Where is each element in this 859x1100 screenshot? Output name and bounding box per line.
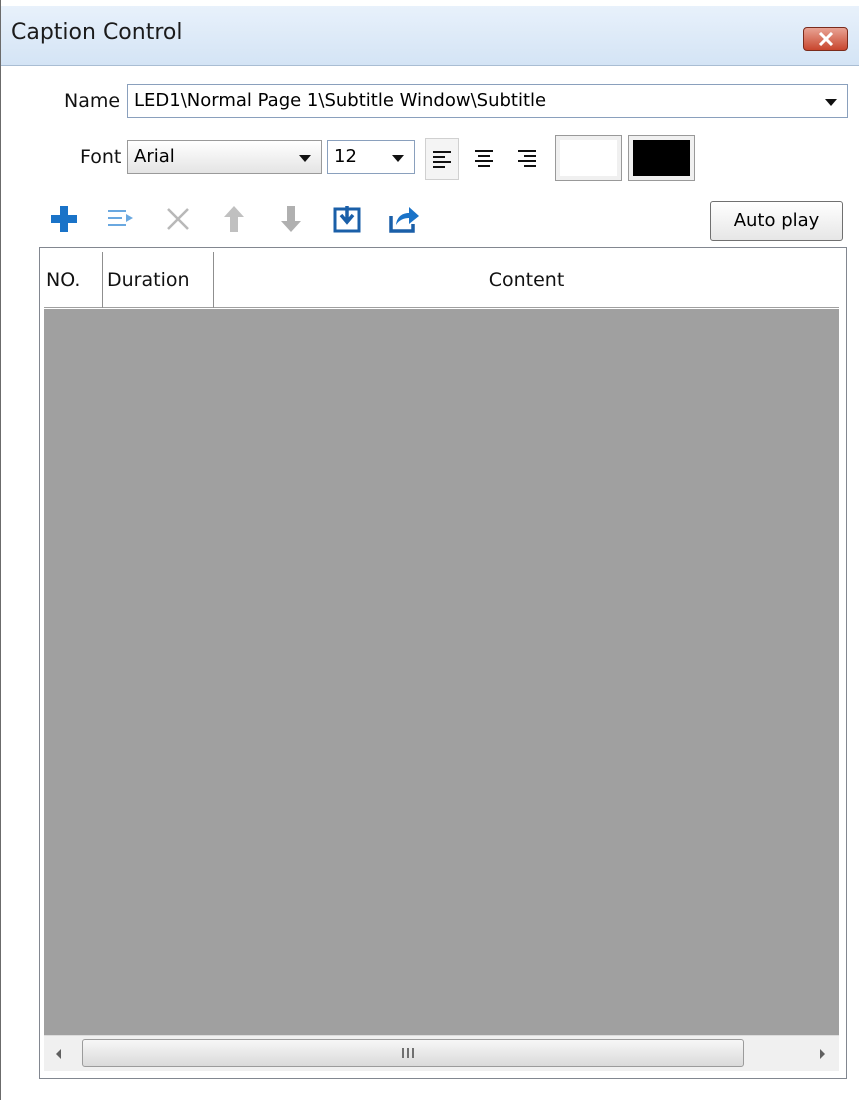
import-button[interactable] — [328, 200, 366, 240]
align-center-icon — [475, 150, 493, 167]
horizontal-scrollbar[interactable] — [44, 1035, 839, 1071]
close-button[interactable] — [803, 27, 848, 51]
move-up-icon — [224, 206, 244, 232]
close-icon — [818, 32, 834, 46]
name-select[interactable]: LED1\Normal Page 1\Subtitle Window\Subti… — [127, 84, 848, 118]
chevron-down-icon — [392, 155, 404, 162]
caption-control-window: Caption Control Name LED1\Normal Page 1\… — [0, 0, 859, 1100]
table-body[interactable] — [44, 309, 839, 1035]
add-button[interactable] — [45, 200, 83, 240]
delete-icon — [167, 208, 189, 230]
font-size-value: 12 — [334, 146, 357, 167]
auto-play-button[interactable]: Auto play — [710, 201, 843, 241]
window-title: Caption Control — [11, 20, 183, 45]
font-family-value: Arial — [134, 146, 175, 167]
insert-icon — [108, 210, 133, 226]
font-family-select[interactable]: Arial — [127, 140, 322, 174]
align-center-button[interactable] — [467, 138, 501, 180]
scrollbar-thumb[interactable] — [82, 1039, 744, 1067]
scroll-right-icon[interactable] — [820, 1049, 825, 1059]
align-left-icon — [433, 151, 451, 168]
chevron-down-icon — [299, 155, 311, 162]
add-icon — [51, 206, 77, 232]
align-right-button[interactable] — [509, 138, 543, 180]
font-size-select[interactable]: 12 — [327, 140, 415, 174]
table-header: NO. Duration Content — [44, 252, 839, 308]
column-header-content[interactable]: Content — [214, 252, 839, 308]
import-icon — [333, 206, 361, 233]
name-label: Name — [64, 90, 121, 112]
delete-button[interactable] — [159, 200, 197, 240]
title-bar[interactable]: Caption Control — [1, 6, 859, 66]
insert-button[interactable] — [102, 200, 140, 240]
export-icon — [389, 207, 419, 233]
move-down-icon — [281, 206, 301, 232]
name-select-value: LED1\Normal Page 1\Subtitle Window\Subti… — [134, 90, 547, 111]
background-color-fill — [633, 140, 690, 176]
scroll-left-icon[interactable] — [56, 1049, 61, 1059]
chevron-down-icon — [825, 99, 837, 106]
caption-table: NO. Duration Content — [39, 247, 847, 1079]
align-left-button[interactable] — [425, 138, 459, 180]
text-color-swatch[interactable] — [555, 135, 622, 181]
move-up-button[interactable] — [215, 200, 253, 240]
move-down-button[interactable] — [272, 200, 310, 240]
column-header-duration[interactable]: Duration — [103, 252, 214, 308]
align-right-icon — [518, 150, 536, 167]
column-header-no[interactable]: NO. — [44, 252, 103, 308]
background-color-swatch[interactable] — [628, 135, 695, 181]
text-color-fill — [560, 140, 617, 176]
scrollbar-grip-icon — [402, 1048, 414, 1058]
font-label: Font — [80, 146, 122, 168]
export-button[interactable] — [384, 200, 422, 240]
